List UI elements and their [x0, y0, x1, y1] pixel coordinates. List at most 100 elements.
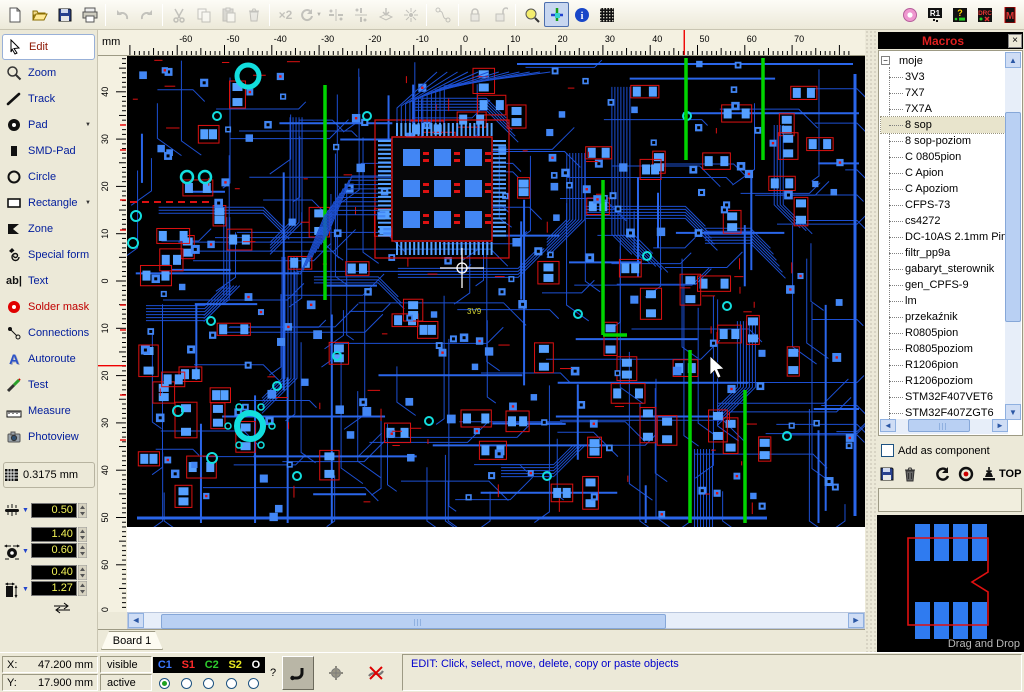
- active-layer-radio-s2[interactable]: [226, 678, 237, 689]
- active-layer-radio-s1[interactable]: [181, 678, 192, 689]
- paste-button[interactable]: [216, 2, 241, 27]
- smd-height-spinner[interactable]: [78, 581, 87, 596]
- lock-button[interactable]: [462, 2, 487, 27]
- rotate-macro-button[interactable]: [935, 466, 951, 482]
- tool-photoview[interactable]: Photoview: [0, 424, 97, 450]
- track-width-field[interactable]: 0.50: [31, 503, 77, 518]
- move-to-layer-button[interactable]: [373, 2, 398, 27]
- track-bend-mode-button[interactable]: [282, 656, 314, 690]
- macro-item[interactable]: filtr_pp9a: [881, 245, 1005, 261]
- tool-special-form[interactable]: Special form: [0, 242, 97, 268]
- macro-item[interactable]: 8 sop: [881, 117, 1005, 133]
- macro-item[interactable]: R0805poziom: [881, 341, 1005, 357]
- unlock-button[interactable]: [487, 2, 512, 27]
- r1-badge-button[interactable]: R1: [922, 2, 947, 27]
- smd-dropdown-icon[interactable]: ▼: [22, 586, 29, 593]
- macro-vscroll-thumb[interactable]: [1005, 112, 1021, 322]
- tool-pad[interactable]: Pad▼: [0, 112, 97, 138]
- macro-tree-vscrollbar[interactable]: ▲ ▼: [1005, 52, 1021, 420]
- macro-item[interactable]: przekaźnik: [881, 309, 1005, 325]
- tool-rectangle[interactable]: Rectangle▼: [0, 190, 97, 216]
- macro-item[interactable]: gen_CPFS-9: [881, 277, 1005, 293]
- pcb-board[interactable]: 3V9: [127, 56, 865, 527]
- tool-track[interactable]: Track: [0, 86, 97, 112]
- smd-width-field[interactable]: 0.40: [31, 565, 77, 580]
- save-macro-button[interactable]: [879, 466, 895, 482]
- macro-item[interactable]: R1206poziom: [881, 373, 1005, 389]
- pad-size-spinner[interactable]: [78, 527, 87, 542]
- close-icon[interactable]: ×: [1008, 34, 1022, 48]
- flip-horizontal-button[interactable]: [323, 2, 348, 27]
- dropdown-arrow-icon[interactable]: ▼: [85, 122, 91, 128]
- macro-tree-hscrollbar[interactable]: ◄ ►: [880, 419, 1008, 434]
- grid-matrix-button[interactable]: [594, 2, 619, 27]
- dropdown-arrow-icon[interactable]: ▼: [316, 12, 322, 18]
- snap-crosshair-button[interactable]: [544, 2, 569, 27]
- smd-height-field[interactable]: 1.27: [31, 581, 77, 596]
- layer-o[interactable]: O: [252, 659, 261, 671]
- undo-button[interactable]: [109, 2, 134, 27]
- pad-size-field[interactable]: 1.40: [31, 527, 77, 542]
- macro-item[interactable]: R1206pion: [881, 357, 1005, 373]
- layer-s1[interactable]: S1: [182, 659, 195, 671]
- scroll-down-icon[interactable]: ▼: [1005, 404, 1021, 420]
- hide-rubberband-button[interactable]: [356, 656, 396, 690]
- collapse-icon[interactable]: −: [881, 56, 890, 65]
- macro-item[interactable]: C 0805pion: [881, 149, 1005, 165]
- macro-item[interactable]: gabaryt_sterownik: [881, 261, 1005, 277]
- layer-c2[interactable]: C2: [205, 659, 219, 671]
- delete-trash-button[interactable]: [241, 2, 266, 27]
- board-canvas[interactable]: 3V9: [127, 56, 865, 612]
- scroll-right-icon[interactable]: ►: [992, 419, 1008, 432]
- macro-tree[interactable]: −moje3V37X77X7A8 sop8 sop-poziomC 0805pi…: [878, 50, 1023, 436]
- track-width-spinner[interactable]: [78, 503, 87, 518]
- macro-item[interactable]: DC-10AS 2.1mm Pin: [881, 229, 1005, 245]
- solder-donut-button[interactable]: [897, 2, 922, 27]
- info-button[interactable]: i: [569, 2, 594, 27]
- macro-item[interactable]: 7X7: [881, 85, 1005, 101]
- save-floppy-button[interactable]: [52, 2, 77, 27]
- canvas-scroll-thumb[interactable]: [161, 614, 666, 629]
- tool-solder-mask[interactable]: Solder mask: [0, 294, 97, 320]
- add-as-component-checkbox[interactable]: [881, 444, 894, 457]
- scroll-right-icon[interactable]: ►: [848, 613, 864, 628]
- flip-vertical-button[interactable]: [348, 2, 373, 27]
- zoom-search-button[interactable]: [519, 2, 544, 27]
- macro-hscroll-thumb[interactable]: [908, 419, 970, 432]
- active-layer-radio-c2[interactable]: [203, 678, 214, 689]
- copy-button[interactable]: [191, 2, 216, 27]
- dropdown-arrow-icon[interactable]: ▼: [85, 200, 91, 206]
- tool-connections[interactable]: Connections: [0, 320, 97, 346]
- delete-macro-button[interactable]: [902, 466, 918, 482]
- record-macro-button[interactable]: [958, 466, 974, 482]
- pad-drill-spinner[interactable]: [78, 543, 87, 558]
- tool-zoom[interactable]: Zoom: [0, 60, 97, 86]
- redo-button[interactable]: [134, 2, 159, 27]
- macro-item[interactable]: 7X7A: [881, 101, 1005, 117]
- macro-item[interactable]: 8 sop-poziom: [881, 133, 1005, 149]
- help-badge-button[interactable]: ?: [947, 2, 972, 27]
- scroll-up-icon[interactable]: ▲: [1005, 52, 1021, 68]
- layer-s2[interactable]: S2: [228, 659, 241, 671]
- new-file-button[interactable]: [2, 2, 27, 27]
- origin-target-button[interactable]: [320, 656, 352, 690]
- tool-measure[interactable]: Measure: [0, 398, 97, 424]
- tool-test[interactable]: Test: [0, 372, 97, 398]
- grid-setting[interactable]: 0.3175 mm: [3, 462, 95, 488]
- swap-dimensions-icon[interactable]: [52, 602, 72, 617]
- tool-circle[interactable]: Circle: [0, 164, 97, 190]
- scroll-left-icon[interactable]: ◄: [880, 419, 896, 432]
- macro-item[interactable]: R0805pion: [881, 325, 1005, 341]
- tool-text[interactable]: ab|Text: [0, 268, 97, 294]
- tool-edit[interactable]: Edit: [2, 34, 95, 60]
- macro-item[interactable]: cs4272: [881, 213, 1005, 229]
- active-layer-radio-o[interactable]: [248, 678, 259, 689]
- macros-badge-button[interactable]: M: [997, 2, 1022, 27]
- macro-tree-root[interactable]: −moje: [881, 53, 1005, 69]
- scroll-left-icon[interactable]: ◄: [128, 613, 144, 628]
- macro-item[interactable]: C Apoziom: [881, 181, 1005, 197]
- rotate-button[interactable]: ▼: [298, 2, 323, 27]
- layer-visibility-box[interactable]: C1S1C2S2O: [153, 657, 265, 673]
- print-button[interactable]: [77, 2, 102, 27]
- duplicate-x2-button[interactable]: ×2: [273, 2, 298, 27]
